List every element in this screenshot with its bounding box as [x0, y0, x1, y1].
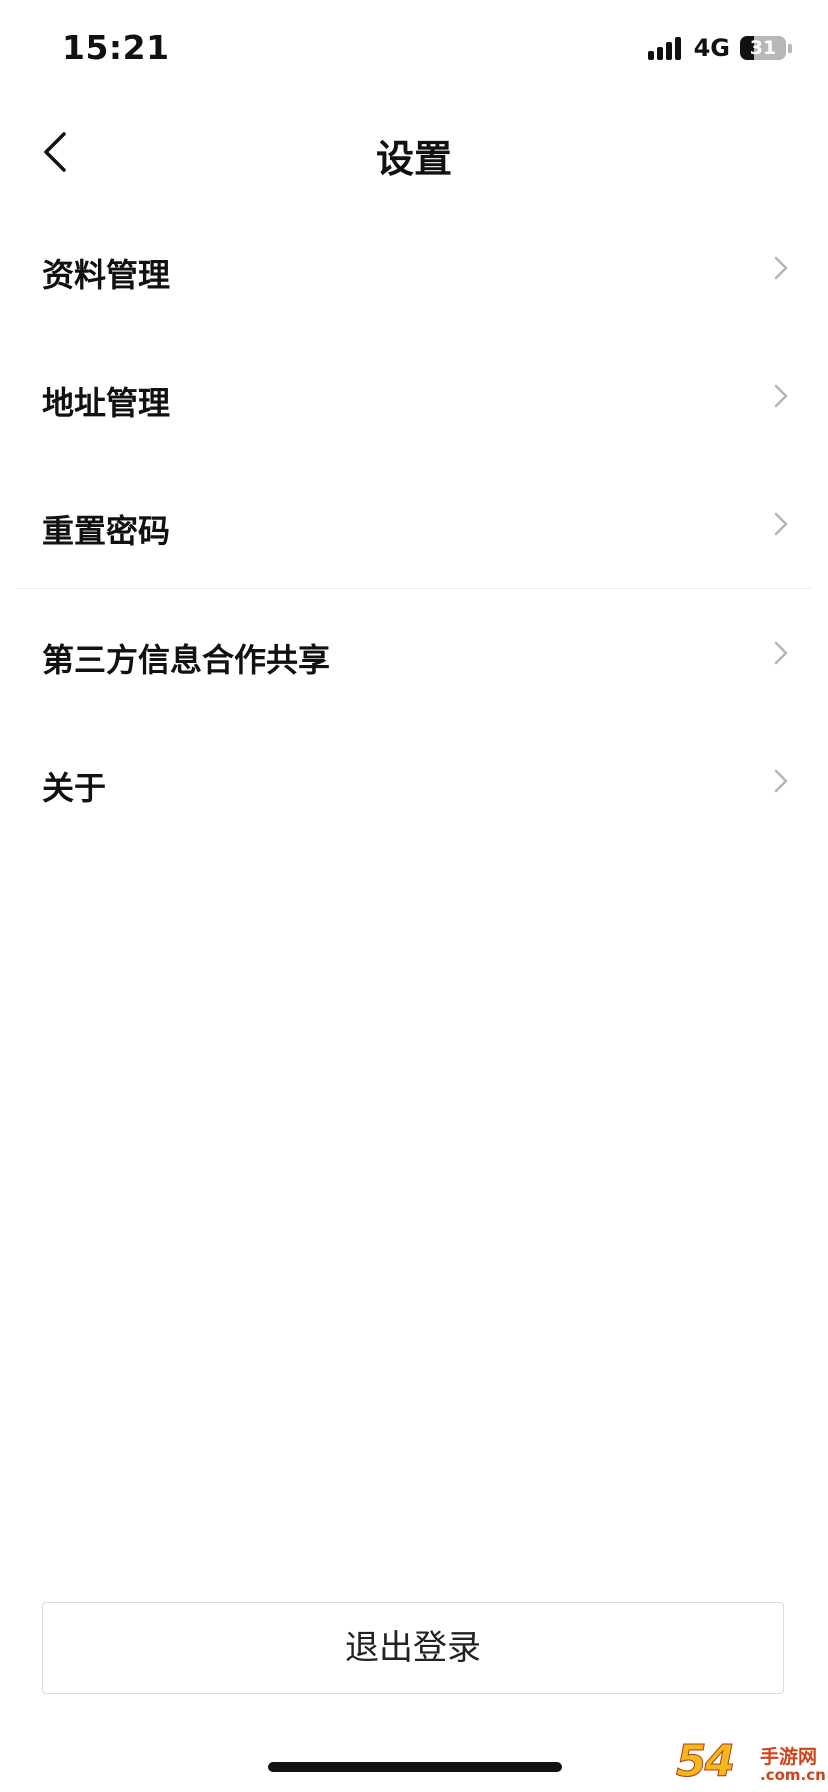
status-time: 15:21: [62, 28, 170, 67]
menu-item-address-management[interactable]: 地址管理: [0, 332, 828, 460]
chevron-right-icon: [774, 769, 788, 793]
menu-item-reset-password[interactable]: 重置密码: [0, 460, 828, 588]
status-indicators: 4G 31: [647, 34, 792, 62]
menu-item-label: 关于: [42, 769, 107, 807]
logout-button[interactable]: 退出登录: [42, 1602, 784, 1694]
menu-item-label: 第三方信息合作共享: [42, 641, 331, 679]
menu-item-profile-management[interactable]: 资料管理: [0, 204, 828, 332]
watermark-domain: .com.cn: [760, 1766, 826, 1784]
signal-bars-icon: [647, 36, 684, 60]
menu-item-about[interactable]: 关于: [0, 717, 828, 845]
chevron-right-icon: [774, 641, 788, 665]
chevron-right-icon: [774, 512, 788, 536]
status-bar: 15:21 4G 31: [0, 0, 828, 100]
chevron-right-icon: [774, 384, 788, 408]
nav-header: 设置: [0, 100, 828, 204]
watermark-logo: 54 手游网 .com.cn: [675, 1736, 828, 1792]
page-title: 设置: [375, 137, 452, 181]
menu-item-label: 重置密码: [42, 512, 171, 550]
watermark-text: 手游网: [760, 1746, 818, 1768]
network-type: 4G: [693, 34, 730, 62]
battery-icon: 31: [740, 36, 786, 60]
menu-item-label: 资料管理: [42, 256, 171, 294]
battery-tip: [788, 43, 792, 53]
home-indicator[interactable]: [268, 1762, 562, 1772]
chevron-right-icon: [774, 256, 788, 280]
battery-level: 31: [749, 37, 777, 59]
settings-menu-list: 资料管理 地址管理 重置密码 第三方信息合作共享 关于: [0, 204, 828, 845]
menu-item-label: 地址管理: [42, 384, 171, 422]
menu-item-third-party-sharing[interactable]: 第三方信息合作共享: [0, 589, 828, 717]
watermark-logo-number: 54: [675, 1736, 735, 1788]
